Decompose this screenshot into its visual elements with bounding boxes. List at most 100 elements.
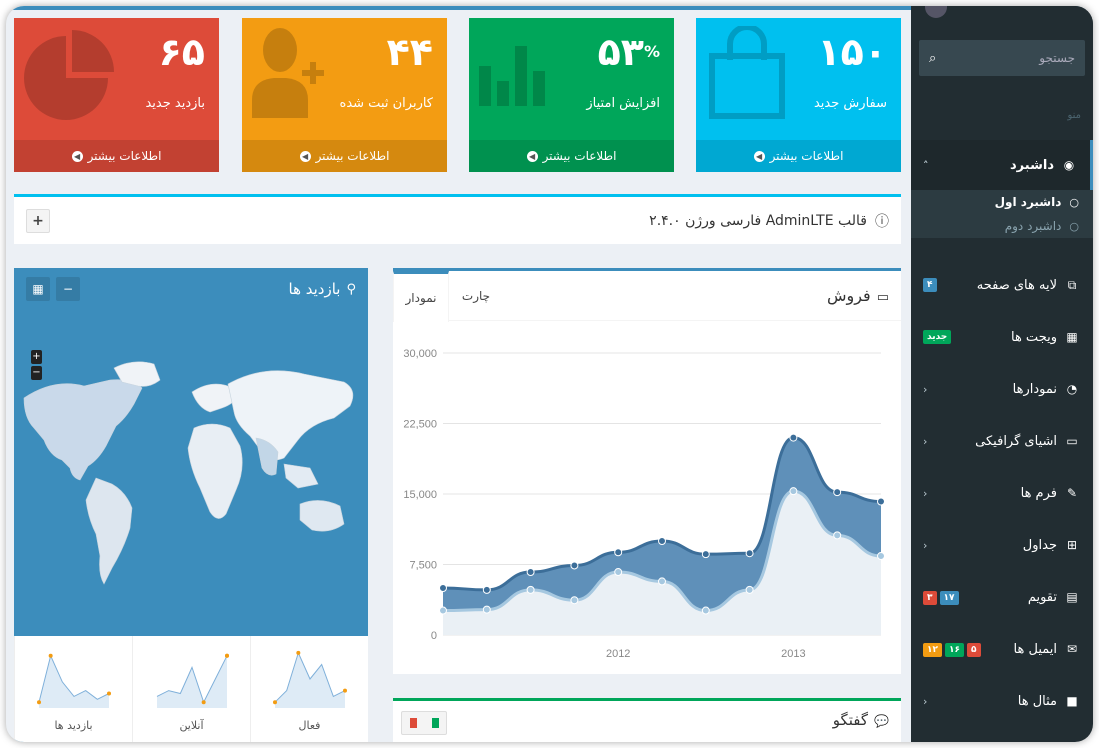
status-red-button[interactable] <box>402 712 424 734</box>
shopping-bag-icon <box>709 26 785 119</box>
badge-group: ۵۱۶۱۲ <box>923 641 984 657</box>
map-box-header: ⚲ بازدید ها − ▦ <box>14 268 368 310</box>
dashboard-submenu: ○ داشبرد اول ○ داشبرد دوم <box>911 190 1093 238</box>
chevron-up-icon: ˄ <box>923 158 929 172</box>
avatar <box>925 6 947 18</box>
sidebar-item-calendar[interactable]: ▤ تقویم ۱۷۳ <box>911 572 1093 622</box>
sales-title: ▭فروش <box>826 286 889 305</box>
series-1-point <box>439 584 447 592</box>
sparkline-label: آنلاین <box>179 719 204 732</box>
sidebar-search[interactable]: جستجو ⌕ <box>919 40 1085 76</box>
sparkline-point <box>48 653 53 658</box>
dashboard-icon: ◉ <box>1063 158 1075 172</box>
envelope-icon: ✉ <box>1066 642 1078 656</box>
table-icon: ⊞ <box>1066 538 1078 552</box>
sparkline-chart <box>37 653 111 708</box>
world-map[interactable] <box>14 328 368 628</box>
calendar-button[interactable]: ▦ <box>26 277 50 301</box>
chat-title: 💬گفتگو <box>832 711 889 729</box>
search-icon[interactable]: ⌕ <box>929 51 936 66</box>
sales-box: ▭فروش چارت نمودار 30,000 22,500 15,000 7,50… <box>393 268 901 674</box>
collapse-button[interactable]: − <box>56 277 80 301</box>
badge-group: ۱۷۳ <box>923 589 962 605</box>
expand-button[interactable]: + <box>26 208 50 233</box>
circle-icon: ○ <box>1069 219 1079 233</box>
search-input[interactable]: جستجو <box>1039 51 1075 65</box>
edit-icon: ✎ <box>1066 486 1078 500</box>
grid-icon: ▦ <box>1066 330 1078 344</box>
more-info-link[interactable]: اطلاعات بیشتر ◀ <box>14 140 219 172</box>
menu-header: منو <box>1067 110 1081 121</box>
more-info-link[interactable]: اطلاعات بیشتر ◀ <box>469 140 674 172</box>
sparkline-point <box>273 700 277 705</box>
series-2-point <box>745 585 754 594</box>
sidebar-item-layouts[interactable]: ⧉ لایه های صفحه ۴ <box>911 260 1093 310</box>
series-2-point <box>526 585 535 594</box>
sidebar-item-forms[interactable]: ✎ فرم ها ‹ <box>911 468 1093 518</box>
info-title: قالب AdminLTE فارسی ورژن ۲.۴.۰ <box>649 212 867 229</box>
status-green-button[interactable] <box>424 712 446 734</box>
sales-area-chart: 30,000 22,500 15,000 7,500 0 2012 2013 <box>403 348 885 660</box>
sidebar-item-ui-elements[interactable]: ▭ اشیای گرافیکی ‹ <box>911 416 1093 466</box>
sidebar: جستجو ⌕ منو ◉ داشبرد ˄ ○ داشبرد اول ○ داشب… <box>911 6 1093 742</box>
sparkline-point <box>343 688 347 693</box>
bar-chart-icon <box>479 46 545 106</box>
arrow-circle-left-icon: ◀ <box>753 150 765 162</box>
sparkline-point <box>296 650 301 655</box>
box-caption: بازدید جدید <box>145 96 205 111</box>
series-2-point <box>658 577 666 586</box>
folder-icon: ■ <box>1066 694 1078 708</box>
y-tick-label: 7,500 <box>409 560 437 572</box>
user-add-icon <box>252 28 324 118</box>
series-2-point <box>701 606 710 615</box>
box-value: ۶۵ <box>158 30 205 74</box>
user-panel <box>911 6 1093 36</box>
chevron-left-icon: ‹ <box>923 434 928 448</box>
box-value: ۵۳% <box>597 30 660 74</box>
sidebar-item-charts[interactable]: ◔ نمودارها ‹ <box>911 364 1093 414</box>
sparkline-label: فعال <box>298 719 321 732</box>
series-1-point <box>877 497 885 506</box>
sidebar-item-examples[interactable]: ■ مثال ها ‹ <box>911 676 1093 726</box>
files-icon: ⧉ <box>1067 277 1077 292</box>
sparkline-visits: بازدید ها <box>14 636 132 742</box>
sparkline-area <box>157 655 227 708</box>
y-tick-label: 22,500 <box>403 419 437 431</box>
x-tick-label: 2013 <box>781 648 805 660</box>
small-box-score: ۵۳% افزایش امتیاز اطلاعات بیشتر ◀ <box>469 18 674 172</box>
box-caption: سفارش جدید <box>813 96 887 111</box>
chat-box: 💬گفتگو <box>393 698 901 742</box>
chevron-left-icon: ‹ <box>923 382 928 396</box>
app-window: ۱۵۰ سفارش جدید اطلاعات بیشتر ◀ ۵۳% افزایش… <box>6 6 1093 742</box>
sparkline-label: بازدید ها <box>54 719 93 732</box>
sidebar-item-widgets[interactable]: ▦ ویجت ها جدید <box>911 312 1093 362</box>
tab-chart[interactable]: چارت <box>449 271 503 321</box>
sidebar-item-dashboard[interactable]: ◉ داشبرد ˄ <box>911 140 1093 190</box>
more-info-link[interactable]: اطلاعات بیشتر ◀ <box>696 140 901 172</box>
count-badge: ۴ <box>923 278 937 292</box>
tab-graph[interactable]: نمودار <box>393 271 449 322</box>
box-caption: افزایش امتیاز <box>586 96 660 111</box>
sparkline-point <box>201 700 206 705</box>
more-info-link[interactable]: اطلاعات بیشتر ◀ <box>242 140 447 172</box>
box-value: ۱۵۰ <box>817 30 887 74</box>
sidebar-item-mailbox[interactable]: ✉ ایمیل ها ۵۱۶۱۲ <box>911 624 1093 674</box>
sparkline-online: آنلاین <box>132 636 250 742</box>
sidebar-item-tables[interactable]: ⊞ جداول ‹ <box>911 520 1093 570</box>
sparkline-point <box>37 700 41 705</box>
series-2-point <box>789 487 798 496</box>
sparkline-active: فعال <box>250 636 368 742</box>
small-box-orders: ۱۵۰ سفارش جدید اطلاعات بیشتر ◀ <box>696 18 901 172</box>
series-2-point <box>833 531 842 540</box>
small-box-visits: ۶۵ بازدید جدید اطلاعات بیشتر ◀ <box>14 18 219 172</box>
sidebar-subitem-dashboard-1[interactable]: ○ داشبرد اول <box>911 190 1093 214</box>
sidebar-subitem-dashboard-2[interactable]: ○ داشبرد دوم <box>911 214 1093 238</box>
sparkline-point <box>225 653 229 658</box>
sparkline-chart <box>156 653 229 708</box>
sales-box-header: ▭فروش چارت نمودار <box>393 271 901 322</box>
series-1-point <box>526 568 535 577</box>
series-2-point <box>570 596 579 605</box>
sparkline-point <box>107 691 111 696</box>
info-circle-icon: ⓘ <box>875 213 889 230</box>
arrow-circle-left-icon: ◀ <box>71 150 83 162</box>
